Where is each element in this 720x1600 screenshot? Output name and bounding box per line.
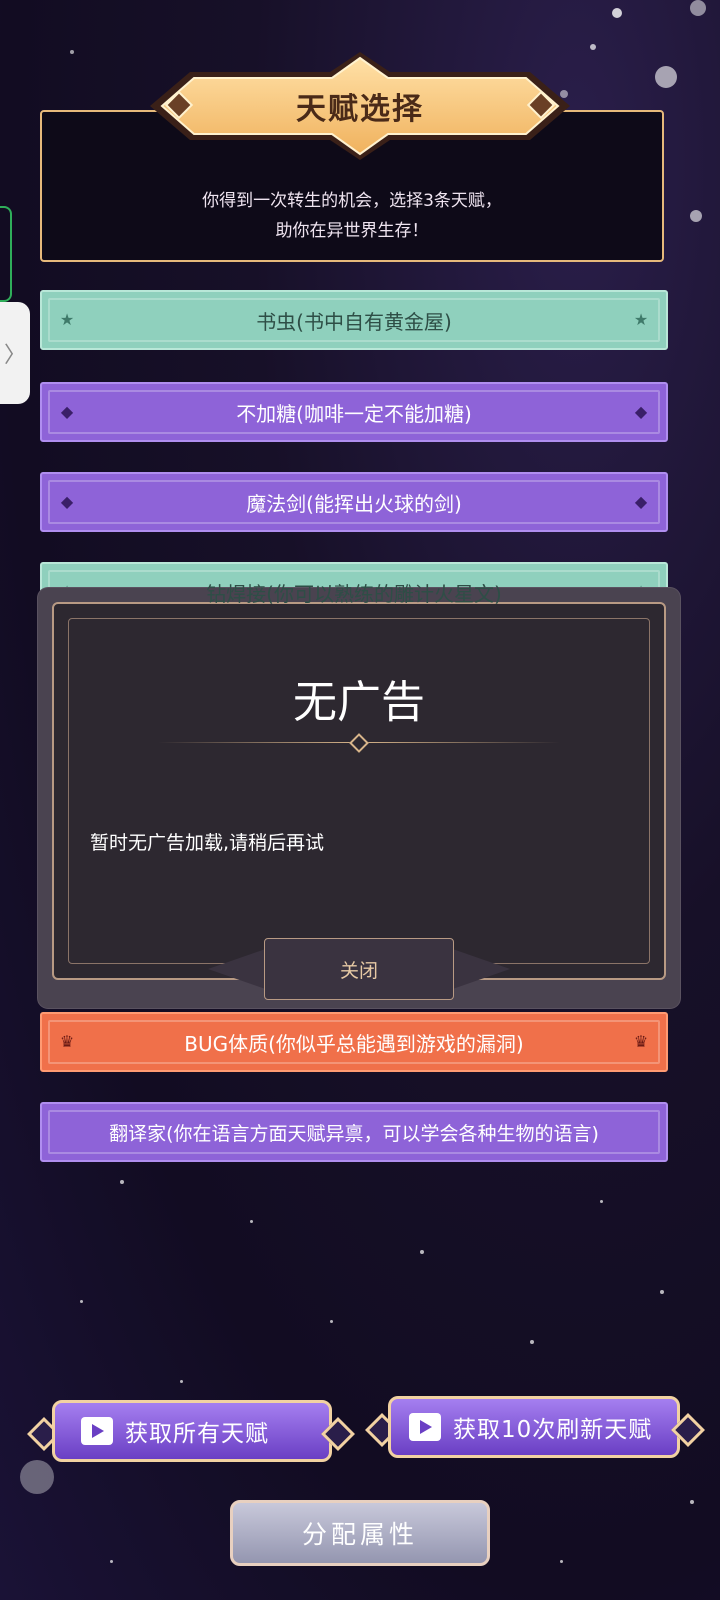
diamond-icon: ◆ [60,402,74,421]
no-ad-dialog: 无广告 暂时无广告加载,请稍后再试 关闭 [38,588,680,1008]
intro-line-1: 你得到一次转生的机会，选择3条天赋， [202,191,502,211]
diamond-icon: ◆ [60,492,74,511]
talent-option[interactable]: ★ 书虫(书中自有黄金屋) ★ [40,290,668,350]
diamond-icon: ◆ [634,402,648,421]
get-all-talents-label: 获取所有天赋 [125,1421,269,1447]
talent-label: 翻译家(你在语言方面天赋异禀，可以学会各种生物的语言) [109,1122,599,1145]
side-expand-tab[interactable]: 〉 [0,302,30,404]
dialog-message: 暂时无广告加载,请稍后再试 [90,832,325,854]
allocate-attributes-button[interactable]: 分配属性 [230,1500,490,1566]
crown-icon: ♛ [59,1032,75,1051]
talent-label: BUG体质(你似乎总能遇到游戏的漏洞) [184,1031,524,1056]
close-button[interactable]: 关闭 [264,938,454,1000]
talent-label: 钻焊接(你可以熟练的雕计火星文) [206,581,502,606]
intro-text: 你得到一次转生的机会，选择3条天赋， 助你在异世界生存！ [40,186,664,246]
talent-label: 魔法剑(能挥出火球的剑) [246,491,462,516]
diamond-icon: ◆ [634,492,648,511]
page-title: 天赋选择 [296,92,424,127]
star-icon: ★ [633,310,649,329]
star-icon: ★ [59,310,75,329]
video-play-icon [81,1417,113,1445]
crown-icon: ♛ [633,1032,649,1051]
get-all-talents-button[interactable]: 获取所有天赋 [52,1400,332,1462]
get-10-refresh-label: 获取10次刷新天赋 [453,1417,653,1443]
intro-line-2: 助你在异世界生存！ [275,221,429,241]
allocate-attributes-label: 分配属性 [301,1520,418,1549]
talent-option[interactable]: ◆ 魔法剑(能挥出火球的剑) ◆ [40,472,668,532]
title-banner: 天赋选择 [150,50,570,162]
talent-option[interactable]: 翻译家(你在语言方面天赋异禀，可以学会各种生物的语言) [40,1102,668,1162]
talent-label: 不加糖(咖啡一定不能加糖) [236,401,472,426]
get-10-refresh-button[interactable]: 获取10次刷新天赋 [388,1396,680,1458]
dialog-title: 无广告 [293,677,425,728]
chevron-right-icon: 〉 [3,343,26,368]
talent-label: 书虫(书中自有黄金屋) [256,309,452,334]
video-play-icon [409,1413,441,1441]
talent-option[interactable]: ◆ 不加糖(咖啡一定不能加糖) ◆ [40,382,668,442]
side-indicator [0,206,12,302]
talent-option[interactable]: ♛ BUG体质(你似乎总能遇到游戏的漏洞) ♛ [40,1012,668,1072]
